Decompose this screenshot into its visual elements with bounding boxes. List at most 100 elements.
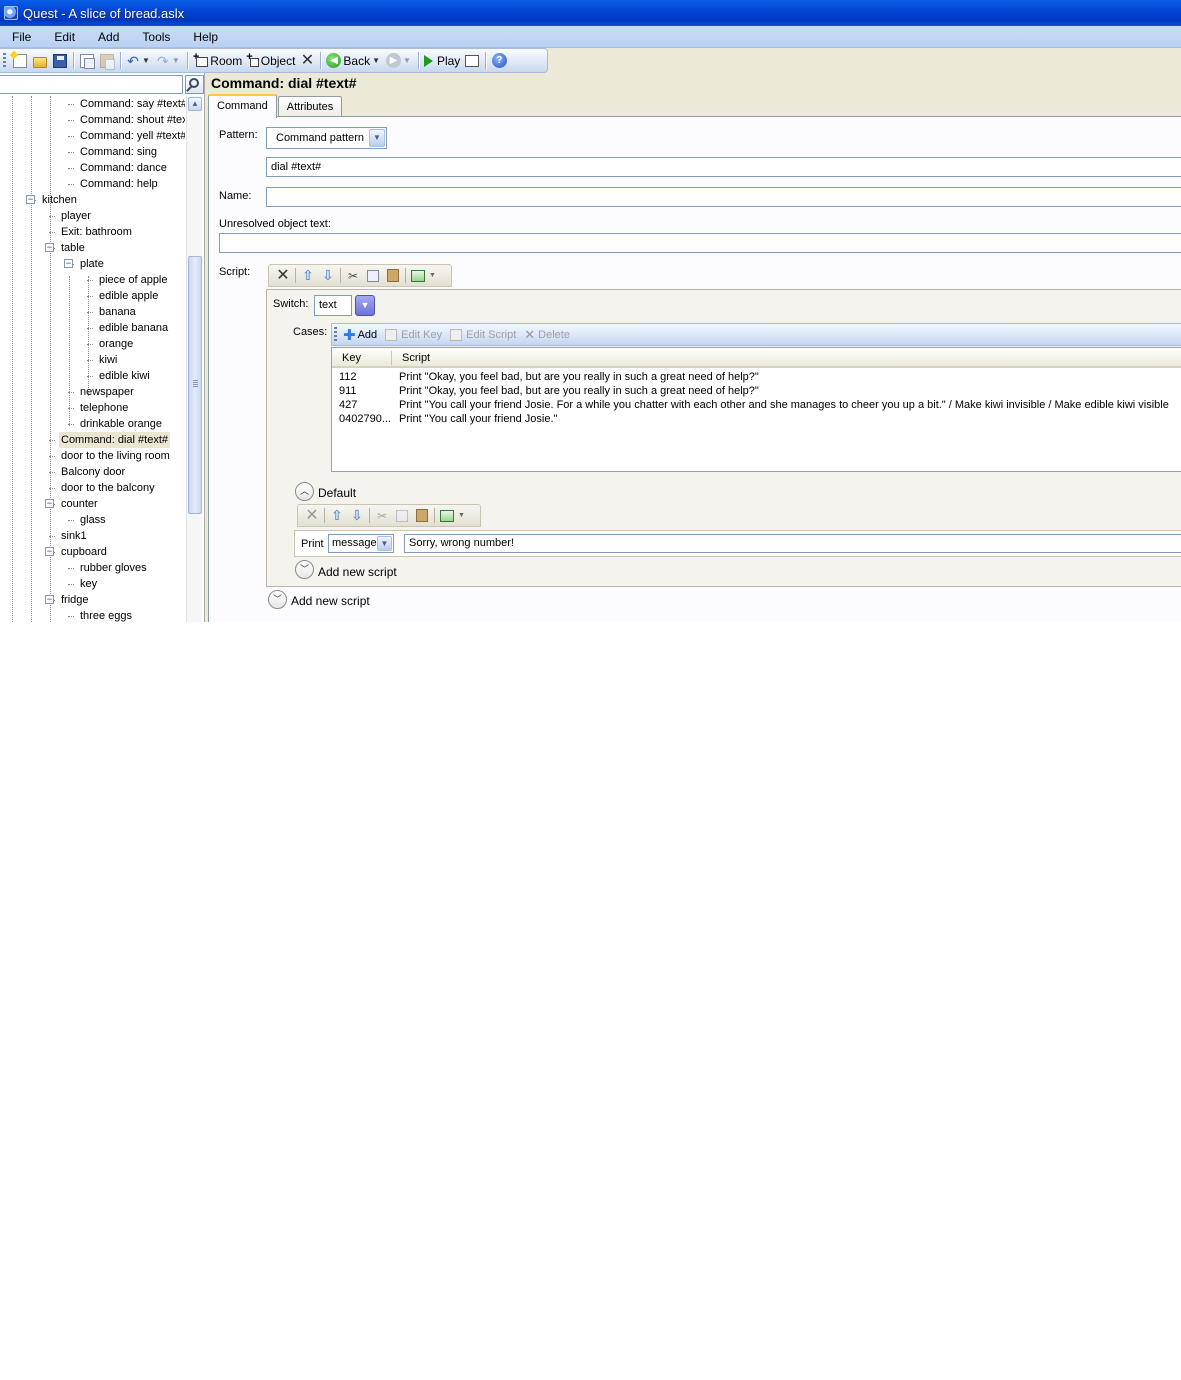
menu-edit[interactable]: Edit	[42, 27, 86, 47]
delete-case-button[interactable]: ✕ Delete	[524, 327, 570, 343]
tree-search-input[interactable]	[0, 75, 183, 94]
tree-collapse-icon[interactable]: −	[26, 195, 35, 204]
tree-item[interactable]: kiwi	[97, 352, 119, 368]
tree-item[interactable]: sink1	[59, 528, 89, 544]
forward-button[interactable]: ▶ ▼	[384, 51, 415, 71]
tree-item[interactable]: rubber gloves	[78, 560, 149, 576]
tree-item[interactable]: plate	[78, 256, 106, 272]
open-button[interactable]	[30, 51, 50, 71]
edit-script-button[interactable]: Edit Script	[450, 328, 516, 341]
play-button[interactable]: Play	[422, 51, 462, 71]
move-up-button[interactable]: ⇧	[327, 507, 347, 525]
tree-item[interactable]: Exit: bathroom	[59, 224, 134, 240]
tree-item[interactable]: banana	[97, 304, 138, 320]
tree-item[interactable]: telephone	[78, 400, 130, 416]
tree-item[interactable]: fridge	[59, 592, 91, 608]
tree-item[interactable]: table	[59, 240, 87, 256]
tree-item[interactable]: kitchen	[40, 192, 79, 208]
new-button[interactable]	[10, 51, 30, 71]
menu-file[interactable]: File	[0, 27, 42, 47]
pattern-input[interactable]: dial #text#	[266, 157, 1181, 177]
paste-button[interactable]	[97, 51, 117, 71]
cases-list[interactable]: Key Script 112 Print "Okay, you feel bad…	[331, 347, 1181, 472]
unresolved-input[interactable]	[219, 233, 1181, 253]
tree-item[interactable]: orange	[97, 336, 135, 352]
list-item[interactable]: 427 Print "You call your friend Josie. F…	[332, 398, 1181, 412]
tree-item[interactable]: edible kiwi	[97, 368, 152, 384]
scroll-thumb[interactable]	[188, 256, 202, 514]
copy-script-button[interactable]	[392, 507, 412, 525]
cases-toolbar-grip[interactable]	[334, 327, 337, 342]
menu-help[interactable]: Help	[181, 27, 229, 47]
help-button[interactable]: ?	[489, 51, 509, 71]
tree-item[interactable]: Command: dial #text#	[59, 432, 170, 448]
popout-button[interactable]	[437, 507, 457, 525]
tree-item[interactable]: edible apple	[97, 288, 160, 304]
tree-collapse-icon[interactable]: −	[45, 243, 54, 252]
tree-item[interactable]: key	[78, 576, 99, 592]
toolbar-grip[interactable]	[3, 53, 6, 68]
tree-collapse-icon[interactable]: −	[45, 547, 54, 556]
delete-button[interactable]: ✕	[297, 51, 317, 71]
tree-item[interactable]: three eggs	[78, 608, 134, 622]
add-new-script-inner-button[interactable]: ﹀	[295, 560, 314, 579]
save-button[interactable]	[50, 51, 70, 71]
tree-item[interactable]: Command: shout #text#	[78, 112, 185, 128]
copy-script-button[interactable]	[363, 267, 383, 285]
tree-item[interactable]: cupboard	[59, 544, 109, 560]
delete-script-button[interactable]: ✕	[273, 267, 293, 285]
tree-item[interactable]: piece of apple	[97, 272, 170, 288]
tree-item[interactable]: drinkable orange	[78, 416, 164, 432]
redo-button[interactable]: ↷ ▼	[154, 51, 184, 71]
column-header-key[interactable]: Key	[342, 348, 361, 368]
overflow-chevron-icon[interactable]: ▼	[429, 272, 436, 279]
tree-item[interactable]: Balcony door	[59, 464, 127, 480]
move-up-button[interactable]: ⇧	[298, 267, 318, 285]
list-item[interactable]: 112 Print "Okay, you feel bad, but are y…	[332, 370, 1181, 384]
tab-command[interactable]: Command	[208, 94, 277, 118]
tree-item[interactable]: Command: sing	[78, 144, 159, 160]
cut-button[interactable]: ✂	[372, 507, 392, 525]
undo-button[interactable]: ↶ ▼	[124, 51, 154, 71]
tree-item[interactable]: glass	[78, 512, 108, 528]
name-input[interactable]	[266, 187, 1181, 207]
tree-item[interactable]: counter	[59, 496, 100, 512]
copy-button[interactable]	[77, 51, 97, 71]
menu-add[interactable]: Add	[86, 27, 130, 47]
column-separator[interactable]	[391, 351, 392, 365]
tab-attributes[interactable]: Attributes	[277, 96, 343, 118]
switch-input[interactable]: text	[314, 295, 352, 316]
tree-item[interactable]: Command: help	[78, 176, 160, 192]
delete-script-button[interactable]: ✕	[302, 507, 322, 525]
menu-tools[interactable]: Tools	[130, 27, 181, 47]
print-type-select[interactable]: message ▼	[328, 534, 394, 553]
tree-item[interactable]: Command: say #text#	[78, 96, 185, 112]
list-item[interactable]: 911 Print "Okay, you feel bad, but are y…	[332, 384, 1181, 398]
add-object-button[interactable]: + Object	[244, 51, 297, 71]
tree-item[interactable]: door to the balcony	[59, 480, 157, 496]
paste-script-button[interactable]	[412, 507, 432, 525]
cut-button[interactable]: ✂	[343, 267, 363, 285]
move-down-button[interactable]: ⇩	[318, 267, 338, 285]
back-button[interactable]: ◀ Back ▼	[324, 51, 384, 71]
tree-collapse-icon[interactable]: −	[45, 595, 54, 604]
tree-item[interactable]: edible banana	[97, 320, 170, 336]
add-case-button[interactable]: ✚ Add	[343, 326, 377, 344]
tree-collapse-icon[interactable]: −	[45, 499, 54, 508]
collapse-default-button[interactable]: ︿	[295, 482, 314, 501]
tree-item[interactable]: newspaper	[78, 384, 136, 400]
tree-scrollbar[interactable]: ▲	[186, 96, 202, 622]
pattern-type-select[interactable]: Command pattern ▼	[266, 127, 387, 149]
edit-key-button[interactable]: Edit Key	[385, 328, 442, 341]
tree-item[interactable]: player	[59, 208, 93, 224]
tree-item[interactable]: door to the living room	[59, 448, 172, 464]
move-down-button[interactable]: ⇩	[347, 507, 367, 525]
popout-button[interactable]	[408, 267, 428, 285]
tree-collapse-icon[interactable]: −	[64, 259, 73, 268]
print-message-input[interactable]: Sorry, wrong number!	[404, 534, 1181, 553]
add-room-button[interactable]: +Room	[191, 51, 244, 71]
tree-item[interactable]: Command: yell #text#	[78, 128, 185, 144]
column-header-script[interactable]: Script	[402, 348, 430, 368]
scroll-up-icon[interactable]: ▲	[188, 97, 202, 111]
paste-script-button[interactable]	[383, 267, 403, 285]
